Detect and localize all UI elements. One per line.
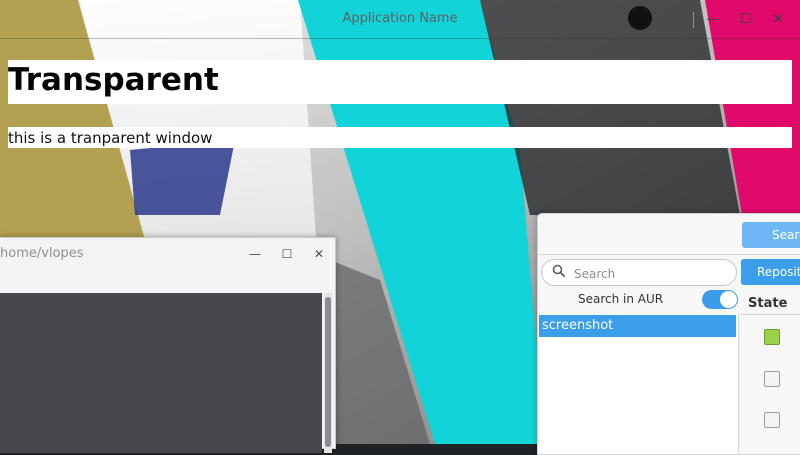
scrollbar-thumb[interactable]	[325, 297, 331, 447]
package-list[interactable]: screenshot	[538, 314, 739, 454]
page-subtitle: this is a tranparent window	[8, 129, 213, 147]
search-input[interactable]	[572, 263, 734, 284]
state-divider	[741, 314, 800, 315]
repositories-button[interactable]: Repositories	[741, 259, 800, 285]
search-field[interactable]	[541, 259, 737, 286]
page-heading: Transparent	[8, 62, 219, 98]
minimize-button[interactable]: —	[702, 9, 724, 29]
aur-search-toggle[interactable]	[702, 290, 738, 309]
list-item[interactable]: screenshot	[539, 315, 736, 337]
titlebar-separator	[693, 12, 694, 28]
package-manager-window[interactable]: Search Search in AUR screenshot Reposito…	[537, 213, 800, 455]
terminal-close-button[interactable]: ✕	[308, 244, 330, 264]
state-checkbox[interactable]	[764, 371, 780, 387]
close-button[interactable]: ✕	[767, 9, 789, 29]
state-checkbox-installed[interactable]	[764, 329, 780, 345]
terminal-scrollbar[interactable]	[324, 293, 332, 453]
state-column-header: State	[748, 296, 788, 311]
state-checkbox[interactable]	[764, 412, 780, 428]
search-icon	[552, 264, 566, 282]
maximize-button[interactable]: ☐	[735, 9, 757, 29]
terminal-maximize-button[interactable]: ☐	[276, 244, 298, 264]
terminal-minimize-button[interactable]: —	[244, 244, 266, 264]
terminal-title: home/vlopes	[0, 246, 84, 261]
search-tab-button[interactable]: Search	[742, 222, 800, 248]
header-divider	[538, 254, 800, 255]
toggle-knob	[720, 291, 737, 308]
terminal-output[interactable]	[0, 293, 322, 453]
window-title: Application Name	[342, 11, 458, 26]
terminal-window[interactable]: home/vlopes — ☐ ✕	[0, 237, 336, 453]
aur-search-label: Search in AUR	[578, 292, 664, 306]
